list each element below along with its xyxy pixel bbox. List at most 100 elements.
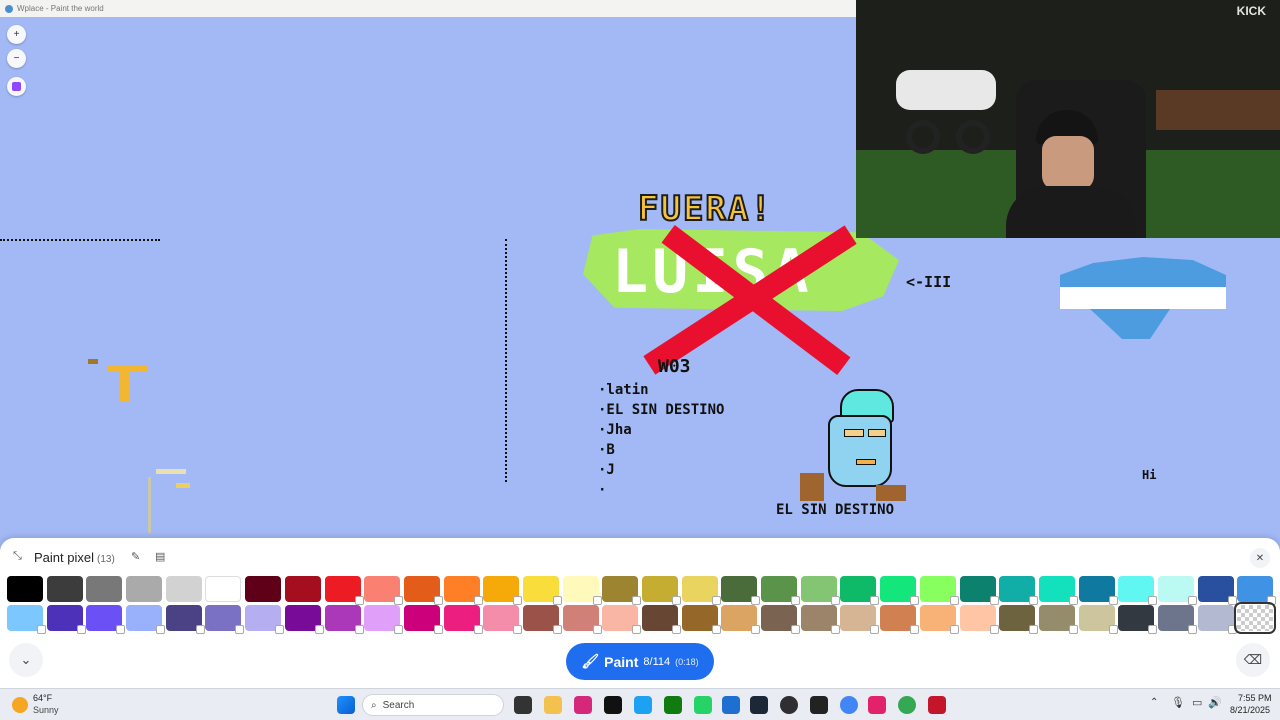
zoom-out-button[interactable]: − [7,49,26,68]
color-swatch[interactable] [245,576,282,602]
close-panel-button[interactable]: ✕ [1250,548,1270,568]
panel-title: Paint pixel (13) [34,550,115,565]
color-swatch[interactable] [800,605,840,634]
pencil-icon[interactable]: ✎ [131,550,140,563]
color-swatch[interactable] [721,576,761,605]
store-icon[interactable] [722,696,740,714]
color-swatch[interactable] [205,576,242,602]
color-swatch[interactable] [999,576,1039,605]
color-swatch[interactable] [642,605,681,634]
color-swatch[interactable] [522,576,562,605]
collapse-arrows-icon[interactable]: ⤡ [13,550,22,563]
xbox-icon[interactable] [664,696,682,714]
chrome-profile-icon[interactable] [898,696,916,714]
color-swatch[interactable] [880,576,920,605]
color-swatch[interactable] [205,605,245,634]
color-swatch[interactable] [1118,605,1158,634]
clock-time[interactable]: 7:55 PM [1238,693,1272,703]
weather-sun-icon[interactable] [12,697,28,713]
color-swatch[interactable] [761,605,801,634]
color-swatch[interactable] [46,605,86,634]
microphone-icon[interactable]: 🎙 [1171,696,1185,709]
twitch-button[interactable] [7,77,26,96]
app-icon[interactable] [810,696,828,714]
steam-icon[interactable] [750,696,768,714]
color-swatch[interactable] [959,576,999,605]
color-swatch[interactable] [919,576,959,605]
color-swatch[interactable] [443,576,483,605]
color-swatch[interactable] [1078,605,1118,634]
color-swatch[interactable] [324,576,364,605]
color-swatch[interactable] [1118,576,1158,605]
color-swatch[interactable] [403,605,443,634]
windows-start-icon[interactable] [337,696,355,714]
color-swatch[interactable] [126,605,166,634]
chrome-icon[interactable] [840,696,858,714]
eraser-button[interactable]: ⌫ [1236,643,1270,677]
color-swatch[interactable] [1038,576,1078,605]
color-swatch[interactable] [1038,605,1078,634]
color-swatch[interactable] [1157,576,1197,605]
color-swatch[interactable] [86,605,126,634]
color-swatch[interactable] [364,605,404,634]
color-swatch[interactable] [840,605,880,634]
color-swatch[interactable] [483,576,523,605]
color-swatch[interactable] [165,605,205,634]
color-swatch[interactable] [86,576,123,602]
color-swatch[interactable] [1197,605,1237,634]
color-swatch[interactable] [642,576,681,605]
expand-button[interactable]: ⌄ [9,643,43,677]
color-swatch[interactable] [1234,602,1277,634]
whatsapp-icon[interactable] [694,696,712,714]
color-swatch[interactable] [46,576,83,602]
color-swatch[interactable] [681,605,721,634]
tiktok-live-icon[interactable] [868,696,886,714]
color-swatch[interactable] [7,576,43,602]
tray-chevron-icon[interactable]: ⌃ [1150,697,1158,708]
color-swatch[interactable] [602,605,642,634]
save-icon[interactable]: ▤ [155,550,165,563]
tiktok-icon[interactable] [604,696,622,714]
obs-icon[interactable] [780,696,798,714]
color-swatch[interactable] [562,576,602,605]
color-swatch[interactable] [522,605,562,634]
network-icon[interactable]: ▭ [1192,696,1202,709]
instagram-icon[interactable] [574,696,592,714]
taskbar-search-box[interactable]: ⌕ Search [362,694,504,716]
paint-timer: (0:18) [675,656,699,667]
file-explorer-icon[interactable] [544,696,562,714]
color-swatch[interactable] [1078,576,1118,605]
color-swatch[interactable] [364,576,404,605]
color-swatch[interactable] [443,605,483,634]
color-swatch[interactable] [800,576,840,605]
color-swatch[interactable] [324,605,364,634]
color-swatch[interactable] [1157,605,1197,634]
color-swatch[interactable] [681,576,721,605]
color-swatch[interactable] [840,576,880,605]
color-swatch[interactable] [562,605,602,634]
color-swatch[interactable] [403,576,443,605]
color-swatch[interactable] [761,576,801,605]
color-swatch[interactable] [483,605,523,634]
task-view-icon[interactable] [514,696,532,714]
color-swatch[interactable] [126,576,163,602]
color-swatch[interactable] [602,576,642,605]
color-swatch[interactable] [721,605,761,634]
zoom-in-button[interactable]: + [7,25,26,44]
color-swatch[interactable] [1237,576,1277,605]
color-swatch[interactable] [999,605,1039,634]
volume-icon[interactable]: 🔊 [1208,696,1222,709]
color-swatch[interactable] [959,605,999,634]
color-swatch[interactable] [1197,576,1237,605]
color-swatch[interactable] [284,576,321,602]
capcut-icon[interactable] [928,696,946,714]
clock-date[interactable]: 8/21/2025 [1230,705,1270,715]
color-swatch[interactable] [7,605,46,634]
color-swatch[interactable] [880,605,920,634]
color-swatch[interactable] [245,605,285,634]
paint-button[interactable]: 🖌 Paint 8/114 (0:18) [566,643,714,680]
color-swatch[interactable] [284,605,324,634]
twitter-icon[interactable] [634,696,652,714]
color-swatch[interactable] [919,605,959,634]
color-swatch[interactable] [165,576,202,602]
